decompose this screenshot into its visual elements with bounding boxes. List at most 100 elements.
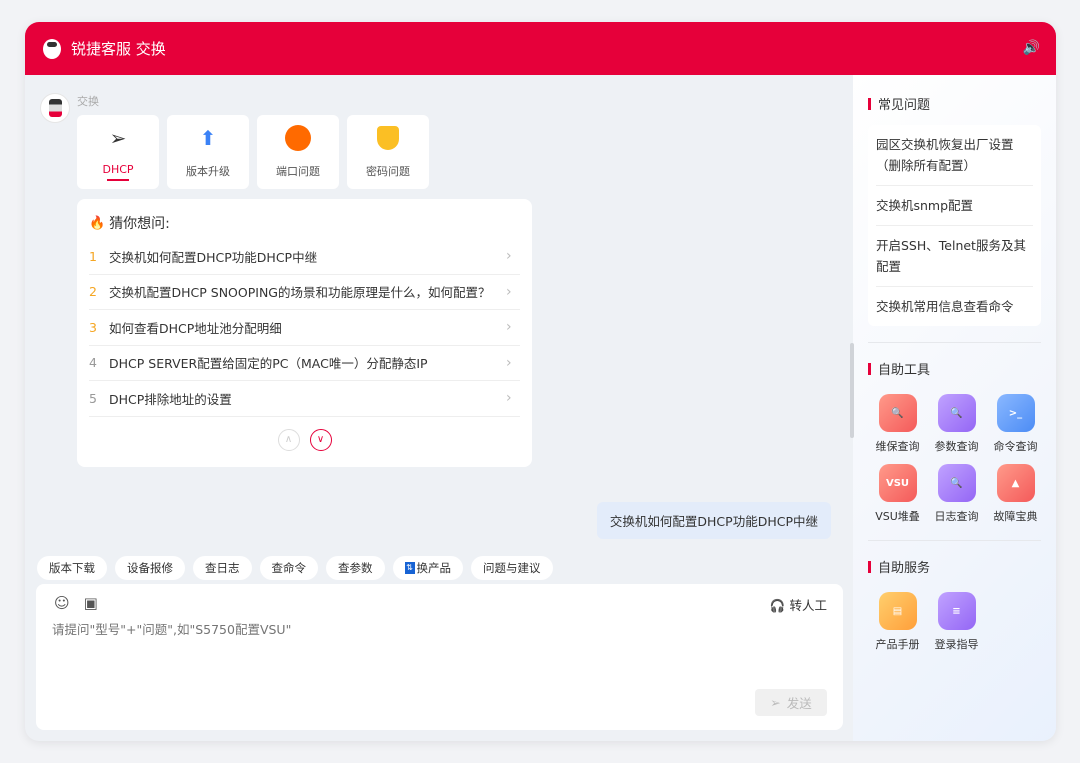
faq-item[interactable]: 开启SSH、Telnet服务及其配置 [876,226,1033,287]
item-text: DHCP排除地址的设置 [109,391,232,407]
tool-label: 日志查询 [934,510,979,523]
faq-item[interactable]: 交换机常用信息查看命令 [876,287,1033,326]
tool-label: VSU堆叠 [875,510,920,523]
pager: ∧ ∨ [89,428,520,451]
services-title: 自助服务 [868,557,1041,576]
category-label: 密码问题 [366,165,410,178]
send-icon: ➢ [770,695,781,710]
quick-chips: 版本下载 设备报修 查日志 查命令 查参数 ⇅ 换产品 问题与建议 [37,556,553,580]
tool-label: 命令查询 [993,440,1038,453]
category-label: DHCP [102,163,134,176]
suggestion-item[interactable]: 1 交换机如何配置DHCP功能DHCP中继 › [89,239,520,275]
suggestion-item[interactable]: 4 DHCP SERVER配置给固定的PC（MAC唯一）分配静态IP › [89,346,520,381]
item-number: 5 [89,390,97,406]
item-number: 1 [89,248,97,264]
category-label: 版本升级 [186,165,230,178]
clipboard-icon: ≡ [937,592,976,630]
chip-commands[interactable]: 查命令 [259,556,318,580]
divider [868,540,1041,541]
faq-list: 园区交换机恢复出厂设置（删除所有配置） 交换机snmp配置 开启SSH、Teln… [868,125,1041,326]
sender-name: 交换 [77,95,99,108]
faq-title: 常见问题 [868,94,1041,113]
chat-window: 锐捷客服 交换 🔊 交换 ➢ DHCP ⬆ 版本升级 端口问题 密码问题 🔥 猜你想问… [25,22,1056,741]
fire-icon: 🔥 [89,215,106,231]
chip-repair[interactable]: 设备报修 [115,556,185,580]
tool-label: 维保查询 [875,440,920,453]
tools-grid: 🔍 维保查询 🔍 参数查询 >_ 命令查询 VSU VSU堆叠 🔍 日志查询 ▲ 故障宝典 [868,394,1041,524]
item-number: 4 [89,355,97,371]
shield-search-icon: 🔍 [878,394,917,432]
key-shield-icon [375,125,401,151]
tool-warranty[interactable]: 🔍 维保查询 [868,394,927,454]
warning-bookmark-icon: ▲ [996,464,1035,502]
chip-version-download[interactable]: 版本下载 [37,556,107,580]
book-icon: ▤ [878,592,917,630]
item-text: DHCP SERVER配置给固定的PC（MAC唯一）分配静态IP [109,356,428,372]
suggestions-card: 🔥 猜你想问: 1 交换机如何配置DHCP功能DHCP中继 › 2 交换机配置DHCP … [77,199,532,467]
chip-switch-product[interactable]: ⇅ 换产品 [392,556,463,580]
chevron-up-icon[interactable]: ∧ [277,428,300,451]
item-number: 3 [89,319,97,335]
chevron-right-icon: › [506,319,512,336]
user-message: 交换机如何配置DHCP功能DHCP中继 [596,502,831,539]
chat-area: 交换 ➢ DHCP ⬆ 版本升级 端口问题 密码问题 🔥 猜你想问: 1 交换机如何配置… [25,75,853,741]
emoji-icon[interactable]: ☺ [54,594,70,612]
chip-logs[interactable]: 查日志 [193,556,252,580]
suggestions-title: 猜你想问: [109,216,170,232]
send-label: 发送 [786,696,812,711]
category-upgrade[interactable]: ⬆ 版本升级 [167,115,249,189]
service-label: 产品手册 [875,638,920,651]
item-text: 交换机如何配置DHCP功能DHCP中继 [109,249,318,265]
chip-params[interactable]: 查参数 [326,556,385,580]
tool-logs[interactable]: 🔍 日志查询 [927,464,986,524]
terminal-search-icon: >_ [996,394,1035,432]
category-password[interactable]: 密码问题 [347,115,429,189]
service-label: 登录指导 [934,638,979,651]
image-icon[interactable]: ▣ [84,594,98,612]
tool-commands[interactable]: >_ 命令查询 [986,394,1045,454]
category-port[interactable]: 端口问题 [257,115,339,189]
tool-label: 故障宝典 [993,510,1038,523]
header-title: 锐捷客服 交换 [71,40,166,58]
right-panel: 常见问题 园区交换机恢复出厂设置（删除所有配置） 交换机snmp配置 开启SSH… [850,75,1056,741]
tool-params[interactable]: 🔍 参数查询 [927,394,986,454]
suggestion-item[interactable]: 3 如何查看DHCP地址池分配明细 › [89,310,520,346]
send-button[interactable]: ➢ 发送 [755,689,827,716]
suggestion-item[interactable]: 5 DHCP排除地址的设置 › [89,381,520,417]
item-text: 交换机配置DHCP SNOOPING的场景和功能原理是什么，如何配置？ [109,285,491,301]
chevron-down-icon[interactable]: ∨ [309,428,332,451]
speaker-icon[interactable]: 🔊 [1023,40,1040,56]
logo-icon [43,38,61,59]
chip-feedback[interactable]: 问题与建议 [471,556,553,580]
category-tabs: ➢ DHCP ⬆ 版本升级 端口问题 密码问题 [77,115,429,189]
vsu-icon: VSU [878,464,917,502]
chevron-right-icon: › [506,248,512,265]
faq-item[interactable]: 交换机snmp配置 [876,186,1033,226]
message-input[interactable] [52,622,812,637]
tools-title: 自助工具 [868,359,1041,378]
service-login-guide[interactable]: ≡ 登录指导 [927,592,986,652]
port-icon [285,125,311,151]
scrollbar[interactable] [850,343,854,438]
faq-item[interactable]: 园区交换机恢复出厂设置（删除所有配置） [876,125,1033,186]
category-label: 端口问题 [276,165,320,178]
chevron-right-icon: › [506,283,512,300]
tool-faults[interactable]: ▲ 故障宝典 [986,464,1045,524]
suggestion-item[interactable]: 2 交换机配置DHCP SNOOPING的场景和功能原理是什么，如何配置？ › [89,275,520,310]
send-icon: ➢ [109,126,127,150]
chip-label: 换产品 [416,561,452,575]
doc-search-icon: 🔍 [937,394,976,432]
log-search-icon: 🔍 [937,464,976,502]
headset-icon: 🎧 [769,598,786,613]
chevron-right-icon: › [506,390,512,407]
divider [868,342,1041,343]
service-manual[interactable]: ▤ 产品手册 [868,592,927,652]
upgrade-icon: ⬆ [199,126,217,150]
switch-icon: ⇅ [404,562,415,574]
tool-vsu[interactable]: VSU VSU堆叠 [868,464,927,524]
transfer-label: 转人工 [789,598,827,613]
item-number: 2 [89,284,97,300]
transfer-human-button[interactable]: 🎧 转人工 [770,595,827,614]
category-dhcp[interactable]: ➢ DHCP [77,115,159,189]
services-grid: ▤ 产品手册 ≡ 登录指导 [868,592,1041,652]
